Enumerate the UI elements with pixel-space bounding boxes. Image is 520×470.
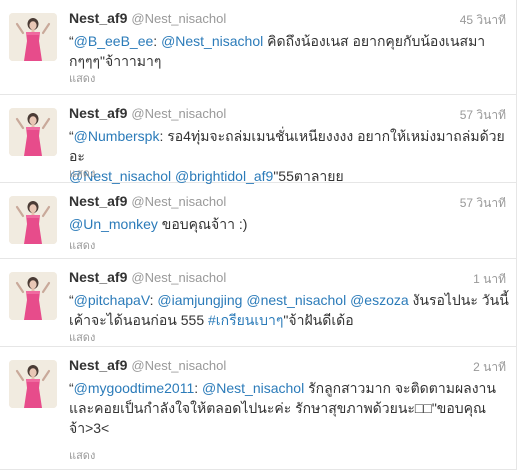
mention-link[interactable]: @Nest_nisachol — [202, 380, 304, 396]
tweet-item[interactable]: Nest_af9 @Nest_nisachol 57 วินาที “@Numbe… — [0, 95, 517, 186]
avatar-image — [9, 196, 57, 244]
tweet-header: Nest_af9 @Nest_nisachol 57 วินาที — [69, 105, 506, 123]
avatar-image — [9, 360, 57, 408]
user-name[interactable]: Nest_af9 — [69, 193, 127, 209]
mention-link[interactable]: @Numberspk — [74, 128, 160, 144]
tweet-text-run: : — [153, 33, 162, 49]
screen-name[interactable]: @Nest_nisachol — [131, 270, 226, 285]
expand-link[interactable]: แสดง — [69, 328, 95, 346]
mention-link[interactable]: @pitchapaV — [74, 292, 150, 308]
expand-link[interactable]: แสดง — [69, 236, 95, 254]
hashtag-link[interactable]: #เกรียนเบาๆ — [208, 312, 283, 328]
avatar[interactable] — [9, 108, 57, 156]
tweet-item[interactable]: Nest_af9 @Nest_nisachol 57 วินาที @Un_mon… — [0, 183, 517, 259]
tweet-header: Nest_af9 @Nest_nisachol 2 นาที — [69, 357, 506, 375]
tweet-text: “@B_eeB_ee: @Nest_nisachol คิดถึงน้องเนส… — [69, 31, 509, 71]
tweet-text: @Un_monkey ขอบคุณจ้าา :) — [69, 214, 509, 234]
tweet-header: Nest_af9 @Nest_nisachol 57 วินาที — [69, 193, 506, 211]
avatar-image — [9, 272, 57, 320]
timestamp[interactable]: 1 นาที — [473, 270, 506, 289]
tweet-text-run: ขอบคุณจ้าา :) — [157, 216, 248, 232]
tweet-item[interactable]: Nest_af9 @Nest_nisachol 45 วินาที “@B_eeB… — [0, 0, 517, 95]
tweet-text: “@Numberspk: รอ4ทุ่มจะถล่มเมนชั่นเหนียงง… — [69, 126, 509, 186]
user-name[interactable]: Nest_af9 — [69, 269, 127, 285]
tweet-text-run: : — [194, 380, 203, 396]
tweet-header: Nest_af9 @Nest_nisachol 45 วินาที — [69, 10, 506, 28]
tweet-text: “@mygoodtime2011: @Nest_nisachol รักลูกส… — [69, 378, 509, 438]
tweet-text-run: "จ้าฝันดีเด้อ — [283, 312, 354, 328]
mention-link[interactable]: @nest_nisachol — [246, 292, 346, 308]
tweet-item[interactable]: Nest_af9 @Nest_nisachol 2 นาที “@mygoodti… — [0, 347, 517, 470]
mention-link[interactable]: @Un_monkey — [69, 216, 158, 232]
tweet-text: “@pitchapaV: @iamjungjing @nest_nisachol… — [69, 290, 509, 330]
expand-link[interactable]: แสดง — [69, 164, 95, 182]
mention-link[interactable]: @eszoza — [350, 292, 409, 308]
tweet-text-run: "55ตาลายย — [273, 168, 344, 184]
mention-link[interactable]: @brightidol_af9 — [175, 168, 273, 184]
screen-name[interactable]: @Nest_nisachol — [131, 106, 226, 121]
screen-name[interactable]: @Nest_nisachol — [131, 194, 226, 209]
mention-link[interactable]: @iamjungjing — [157, 292, 242, 308]
user-name[interactable]: Nest_af9 — [69, 10, 127, 26]
avatar[interactable] — [9, 196, 57, 244]
avatar-image — [9, 108, 57, 156]
user-name[interactable]: Nest_af9 — [69, 105, 127, 121]
mention-link[interactable]: @mygoodtime2011 — [74, 380, 195, 396]
timestamp[interactable]: 57 วินาที — [460, 106, 506, 125]
tweet-timeline: Nest_af9 @Nest_nisachol 45 วินาที “@B_eeB… — [0, 0, 520, 470]
timestamp[interactable]: 45 วินาที — [460, 11, 506, 30]
expand-link[interactable]: แสดง — [69, 69, 95, 87]
avatar[interactable] — [9, 360, 57, 408]
screen-name[interactable]: @Nest_nisachol — [131, 358, 226, 373]
mention-link[interactable]: @Nest_nisachol — [161, 33, 263, 49]
timestamp[interactable]: 57 วินาที — [460, 194, 506, 213]
expand-link[interactable]: แสดง — [69, 446, 95, 464]
mention-link[interactable]: @B_eeB_ee — [74, 33, 154, 49]
tweet-item[interactable]: Nest_af9 @Nest_nisachol 1 นาที “@pitchapa… — [0, 259, 517, 347]
screen-name[interactable]: @Nest_nisachol — [131, 11, 226, 26]
tweet-header: Nest_af9 @Nest_nisachol 1 นาที — [69, 269, 506, 287]
avatar[interactable] — [9, 13, 57, 61]
user-name[interactable]: Nest_af9 — [69, 357, 127, 373]
timestamp[interactable]: 2 นาที — [473, 358, 506, 377]
avatar-image — [9, 13, 57, 61]
avatar[interactable] — [9, 272, 57, 320]
